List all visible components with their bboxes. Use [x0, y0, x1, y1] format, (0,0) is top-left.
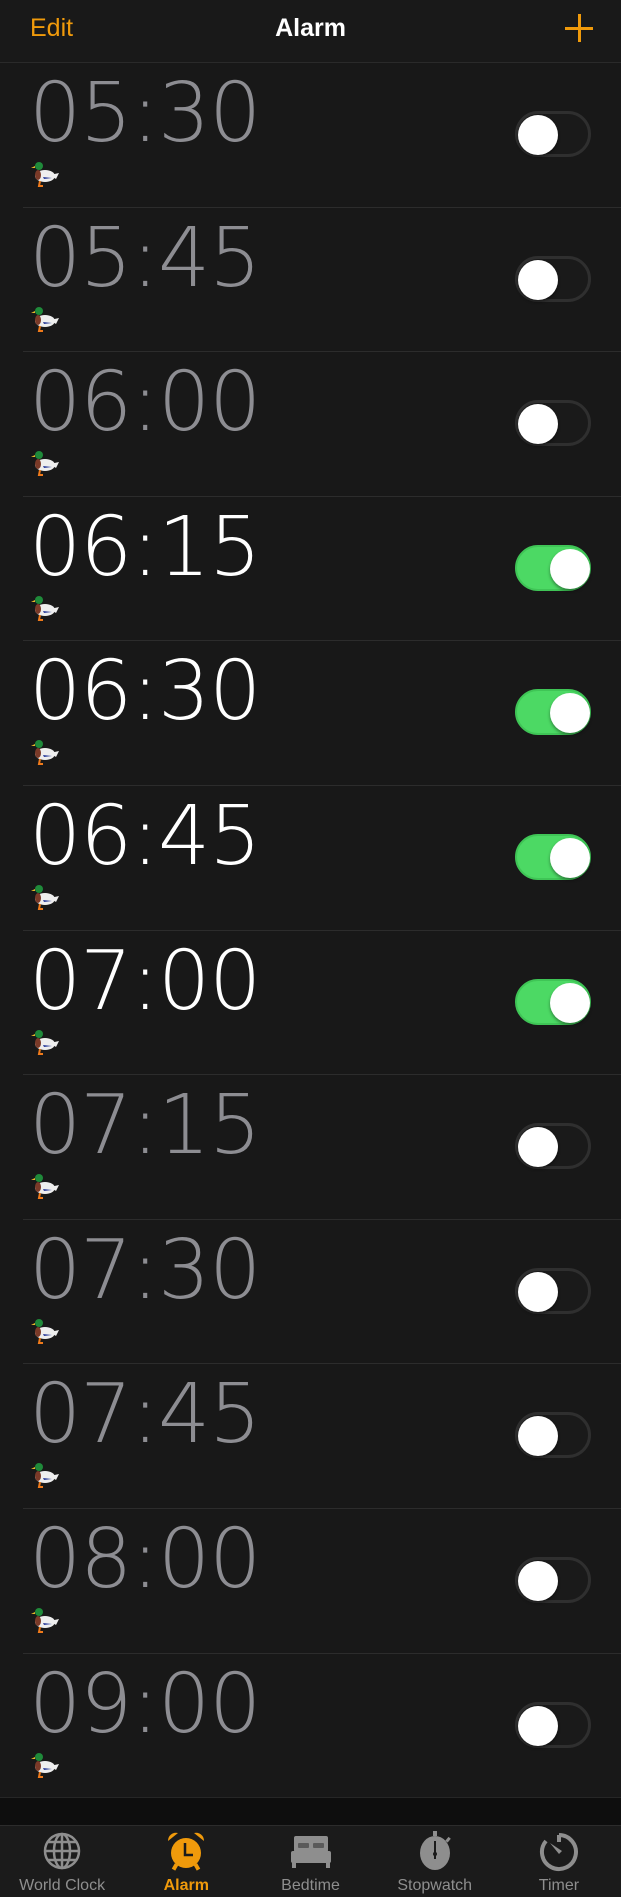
toggle-knob [550, 548, 590, 589]
alarm-time: 05:30 [29, 66, 261, 161]
tab-label: Stopwatch [397, 1877, 473, 1894]
toggle-knob [518, 404, 558, 445]
toggle-knob [518, 1705, 558, 1746]
alarm-time: 07:15 [29, 1078, 261, 1174]
alarm-clock-icon [168, 1832, 205, 1871]
duck-icon [30, 1317, 60, 1345]
alarm-row[interactable]: 06:00 [0, 352, 621, 497]
alarm-toggle[interactable] [515, 255, 591, 302]
alarm-time: 06:00 [29, 355, 261, 451]
alarm-toggle[interactable] [515, 1123, 591, 1170]
tab-alarm[interactable]: Alarm [124, 1826, 248, 1897]
tab-bar: World Clock Alarm Bedtime Stopwatch Time… [0, 1825, 621, 1897]
alarm-row[interactable]: 06:30 [0, 641, 621, 786]
duck-icon [30, 1028, 60, 1056]
duck-icon [30, 738, 60, 766]
alarm-toggle[interactable] [515, 689, 591, 736]
alarm-row[interactable]: 07:00 [0, 931, 621, 1076]
alarm-time: 06:30 [29, 644, 261, 740]
alarm-toggle[interactable] [515, 1412, 591, 1459]
alarm-time: 05:45 [29, 210, 261, 306]
alarm-row[interactable]: 08:00 [0, 1509, 621, 1654]
alarm-toggle[interactable] [515, 400, 591, 447]
alarm-row[interactable]: 07:15 [0, 1075, 621, 1220]
alarm-time: 07:45 [29, 1367, 261, 1463]
toggle-knob [518, 1271, 558, 1312]
toggle-knob [550, 837, 590, 878]
duck-icon [30, 449, 60, 477]
duck-icon [30, 1606, 60, 1634]
alarm-toggle[interactable] [515, 1701, 591, 1748]
plus-icon[interactable] [563, 12, 595, 44]
alarm-toggle[interactable] [515, 978, 591, 1025]
alarm-row[interactable]: 09:00 [0, 1654, 621, 1799]
tab-bedtime[interactable]: Bedtime [248, 1826, 372, 1897]
duck-icon [30, 160, 60, 188]
timer-icon [539, 1833, 578, 1871]
duck-icon [30, 1461, 60, 1489]
toggle-knob [518, 1416, 558, 1457]
tab-stopwatch[interactable]: Stopwatch [373, 1826, 497, 1897]
duck-icon [30, 1751, 60, 1779]
alarm-time: 07:00 [29, 933, 261, 1029]
alarm-row[interactable]: 06:45 [0, 786, 621, 931]
duck-icon [30, 1172, 60, 1200]
alarm-toggle[interactable] [515, 833, 591, 880]
toggle-knob [550, 693, 590, 734]
alarm-toggle[interactable] [515, 111, 591, 157]
tab-world-clock[interactable]: World Clock [0, 1826, 124, 1897]
tab-label: Bedtime [281, 1877, 340, 1894]
alarm-toggle[interactable] [515, 544, 591, 591]
alarm-toggle[interactable] [515, 1267, 591, 1314]
nav-bar: Edit Alarm [0, 0, 621, 63]
tab-label: Alarm [163, 1877, 209, 1894]
tab-label: Timer [538, 1877, 580, 1894]
alarm-time: 06:45 [29, 788, 261, 884]
alarm-list: 05:30 05:45 06:00 06:15 06:30 06:45 07:00 07:15… [0, 63, 621, 1798]
toggle-knob [518, 1127, 558, 1168]
duck-icon [30, 594, 60, 622]
alarm-row[interactable]: 07:30 [0, 1220, 621, 1365]
page-title: Alarm [275, 14, 346, 42]
alarm-time: 06:15 [29, 499, 261, 595]
toggle-knob [518, 259, 558, 300]
duck-icon [30, 883, 60, 911]
toggle-knob [518, 115, 558, 155]
alarm-toggle[interactable] [515, 1556, 591, 1603]
globe-icon [43, 1832, 81, 1870]
alarm-row[interactable]: 05:30 [0, 63, 621, 208]
tab-label: World Clock [19, 1877, 106, 1894]
alarm-row[interactable]: 06:15 [0, 497, 621, 642]
list-footer-gap [0, 1797, 621, 1825]
bed-icon [290, 1836, 331, 1868]
alarm-time: 08:00 [29, 1511, 261, 1607]
stopwatch-icon [419, 1831, 451, 1870]
tab-timer[interactable]: Timer [497, 1826, 621, 1897]
alarm-row[interactable]: 07:45 [0, 1364, 621, 1509]
toggle-knob [550, 982, 590, 1023]
toggle-knob [518, 1560, 558, 1601]
alarm-time: 07:30 [29, 1222, 261, 1318]
alarm-row[interactable]: 05:45 [0, 208, 621, 353]
duck-icon [30, 305, 60, 333]
alarm-time: 09:00 [29, 1656, 261, 1752]
